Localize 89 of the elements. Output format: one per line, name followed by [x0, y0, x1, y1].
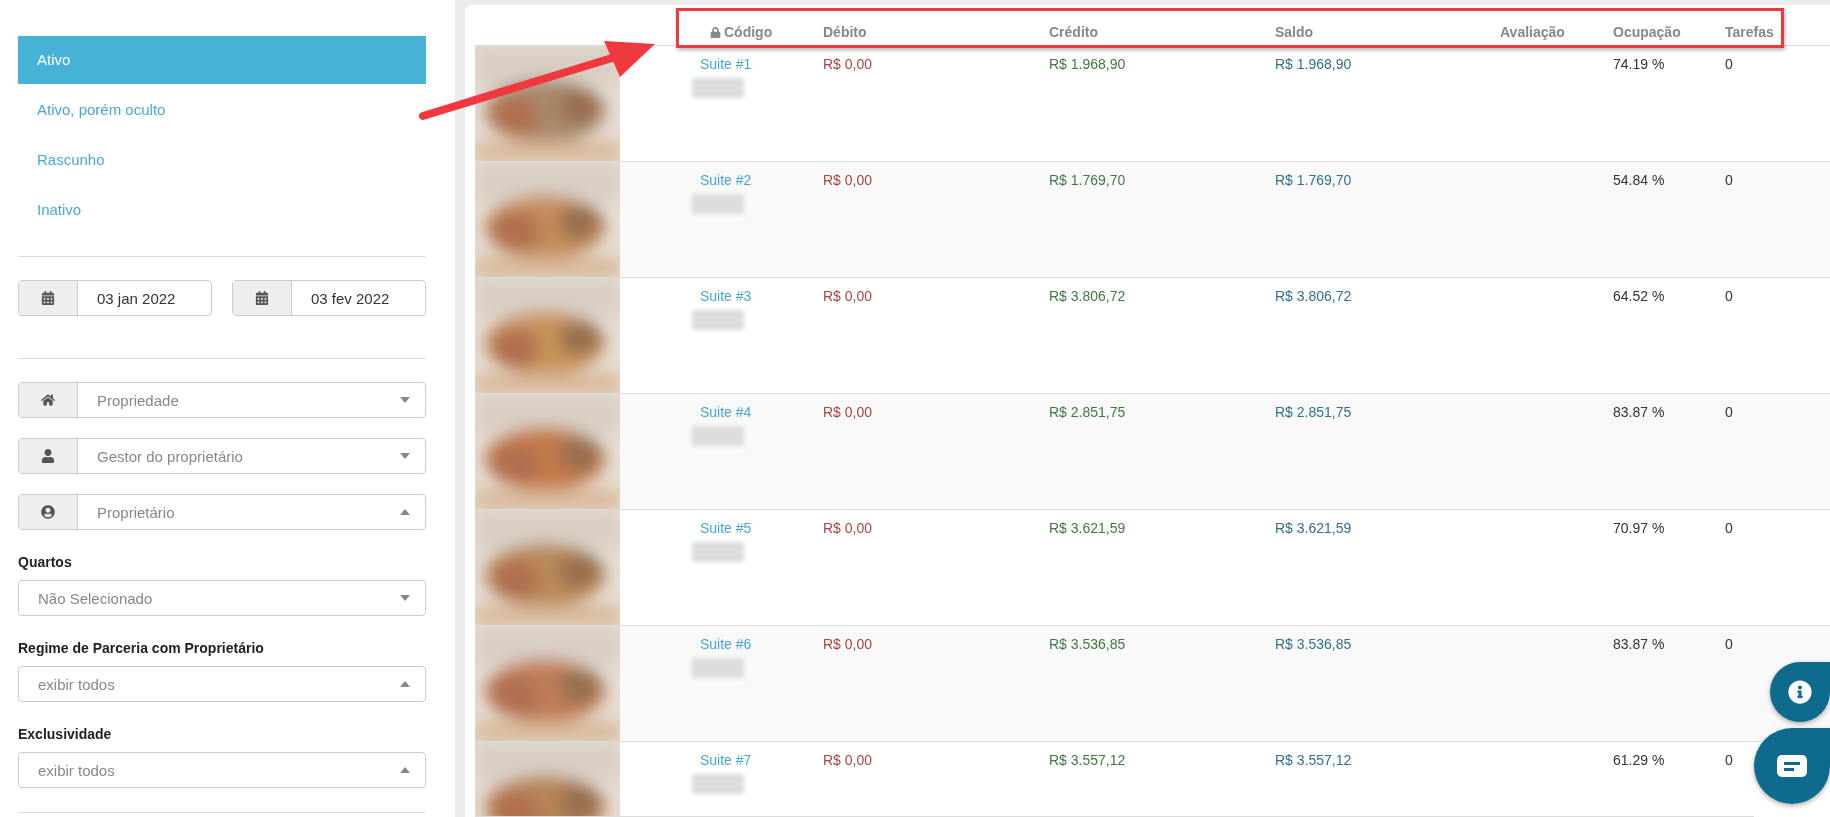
chat-icon	[1777, 755, 1807, 777]
blurred-label	[692, 78, 744, 98]
table-row[interactable]: Suite #7 R$ 0,00 R$ 3.557,12 R$ 3.557,12 61.29 % 0	[475, 742, 1754, 817]
tasks-cell: 0	[1725, 404, 1733, 420]
tasks-cell: 0	[1725, 172, 1733, 188]
filter-label: Regime de Parceria com Proprietário	[18, 640, 265, 656]
status-filter-item[interactable]: Ativo	[18, 36, 426, 84]
filter-label: Exclusividade	[18, 726, 113, 742]
column-header[interactable]: Débito	[823, 24, 867, 40]
caret-down-icon	[400, 453, 410, 459]
table-row[interactable]: Suite #3 R$ 0,00 R$ 3.806,72 R$ 3.806,72 64.52 % 0	[475, 278, 1830, 394]
balance-cell: R$ 1.769,70	[1275, 172, 1352, 188]
credit-cell: R$ 1.968,90	[1049, 56, 1126, 72]
select-field[interactable]: exibir todos	[18, 752, 426, 788]
select-field[interactable]: exibir todos	[18, 666, 426, 702]
select-field[interactable]: Propriedade	[18, 382, 426, 418]
balance-cell: R$ 2.851,75	[1275, 404, 1352, 420]
blurred-label	[692, 658, 744, 678]
suite-link[interactable]: Suite #5	[700, 520, 752, 536]
table-row[interactable]: Suite #1 R$ 0,00 R$ 1.968,90 R$ 1.968,90 74.19 % 0	[475, 46, 1830, 162]
balance-cell: R$ 3.557,12	[1275, 752, 1352, 768]
credit-cell: R$ 1.769,70	[1049, 172, 1126, 188]
column-header[interactable]: Saldo	[1275, 24, 1314, 40]
credit-cell: R$ 3.557,12	[1049, 752, 1126, 768]
date-field[interactable]: 03 jan 2022	[18, 280, 212, 316]
credit-cell: R$ 3.621,59	[1049, 520, 1126, 536]
column-header[interactable]: Tarefas	[1725, 24, 1774, 40]
debit-cell: R$ 0,00	[823, 520, 873, 536]
debit-cell: R$ 0,00	[823, 752, 873, 768]
blurred-label	[692, 542, 744, 562]
credit-cell: R$ 3.536,85	[1049, 636, 1126, 652]
debit-cell: R$ 0,00	[823, 56, 873, 72]
suite-link[interactable]: Suite #3	[700, 288, 752, 304]
balance-cell: R$ 3.621,59	[1275, 520, 1352, 536]
credit-cell: R$ 2.851,75	[1049, 404, 1126, 420]
date-field[interactable]: 03 fev 2022	[232, 280, 426, 316]
select-field[interactable]: Não Selecionado	[18, 580, 426, 616]
calendar-icon	[41, 291, 55, 305]
occupancy-cell: 54.84 %	[1613, 172, 1665, 188]
caret-down-icon	[400, 595, 410, 601]
column-header[interactable]: Código	[700, 24, 773, 40]
debit-cell: R$ 0,00	[823, 288, 873, 304]
caret-up-icon	[400, 681, 410, 687]
debit-cell: R$ 0,00	[823, 636, 873, 652]
caret-up-icon	[400, 509, 410, 515]
info-icon	[1788, 680, 1812, 704]
column-header[interactable]: Avaliação	[1500, 24, 1565, 40]
suite-link[interactable]: Suite #2	[700, 172, 752, 188]
caret-down-icon	[400, 397, 410, 403]
status-filter-item[interactable]: Inativo	[18, 186, 426, 234]
credit-cell: R$ 3.806,72	[1049, 288, 1126, 304]
tasks-cell: 0	[1725, 636, 1733, 652]
tasks-cell: 0	[1725, 520, 1733, 536]
select-field[interactable]: Gestor do proprietário	[18, 438, 426, 474]
suite-link[interactable]: Suite #7	[700, 752, 752, 768]
blurred-label	[692, 194, 744, 214]
status-filter-item[interactable]: Rascunho	[18, 136, 426, 184]
tasks-cell: 0	[1725, 288, 1733, 304]
select-field[interactable]: Proprietário	[18, 494, 426, 530]
blurred-label	[692, 774, 744, 794]
calendar-icon	[255, 291, 269, 305]
suite-link[interactable]: Suite #6	[700, 636, 752, 652]
occupancy-cell: 74.19 %	[1613, 56, 1665, 72]
occupancy-cell: 70.97 %	[1613, 520, 1665, 536]
balance-cell: R$ 1.968,90	[1275, 56, 1352, 72]
occupancy-cell: 83.87 %	[1613, 404, 1665, 420]
suite-link[interactable]: Suite #4	[700, 404, 752, 420]
tasks-cell: 0	[1725, 752, 1733, 768]
debit-cell: R$ 0,00	[823, 404, 873, 420]
filter-label: Quartos	[18, 554, 73, 570]
table-row[interactable]: Suite #5 R$ 0,00 R$ 3.621,59 R$ 3.621,59 70.97 % 0	[475, 510, 1830, 626]
tasks-cell: 0	[1725, 56, 1733, 72]
status-filter-item[interactable]: Ativo, porém oculto	[18, 86, 426, 134]
blurred-label	[692, 310, 744, 330]
home-icon	[41, 393, 55, 407]
table-row[interactable]: Suite #2 R$ 0,00 R$ 1.769,70 R$ 1.769,70 54.84 % 0	[475, 162, 1830, 278]
occupancy-cell: 64.52 %	[1613, 288, 1665, 304]
debit-cell: R$ 0,00	[823, 172, 873, 188]
balance-cell: R$ 3.806,72	[1275, 288, 1352, 304]
blurred-label	[692, 426, 744, 446]
column-header[interactable]: Crédito	[1049, 24, 1098, 40]
user-icon	[41, 449, 55, 463]
suite-link[interactable]: Suite #1	[700, 56, 752, 72]
column-header[interactable]: Ocupação	[1613, 24, 1681, 40]
table-row[interactable]: Suite #4 R$ 0,00 R$ 2.851,75 R$ 2.851,75 83.87 % 0	[475, 394, 1830, 510]
occupancy-cell: 61.29 %	[1613, 752, 1665, 768]
caret-up-icon	[400, 767, 410, 773]
balance-cell: R$ 3.536,85	[1275, 636, 1352, 652]
occupancy-cell: 83.87 %	[1613, 636, 1665, 652]
